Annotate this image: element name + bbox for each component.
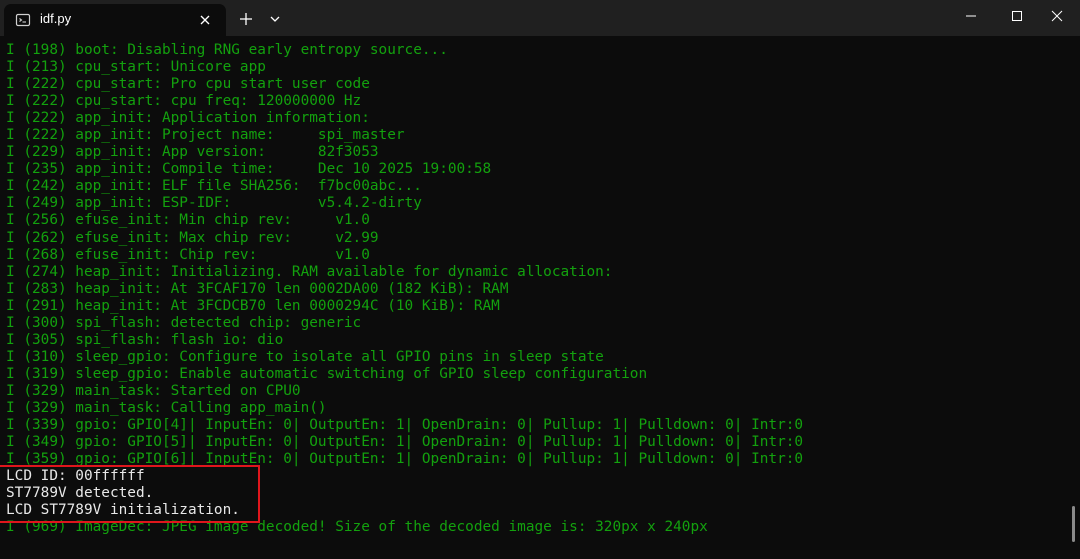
new-tab-button[interactable] <box>232 6 260 32</box>
log-line: I (222) app_init: Application informatio… <box>6 110 370 127</box>
log-line: I (222) cpu_start: Pro cpu start user co… <box>6 76 370 93</box>
log-line: I (262) efuse_init: Max chip rev: v2.99 <box>6 229 379 246</box>
minimize-button[interactable] <box>948 0 994 32</box>
tab-idf-py[interactable]: idf.py <box>4 4 226 36</box>
terminal-output[interactable]: I (198) boot: Disabling RNG early entrop… <box>0 36 1080 559</box>
log-line: I (305) spi_flash: flash io: dio <box>6 331 284 348</box>
maximize-icon <box>1012 11 1022 21</box>
close-icon[interactable] <box>197 12 213 28</box>
terminal-icon <box>15 13 31 27</box>
log-line: I (256) efuse_init: Min chip rev: v1.0 <box>6 212 370 229</box>
log-line: I (268) efuse_init: Chip rev: v1.0 <box>6 246 370 263</box>
log-line: I (339) gpio: GPIO[4]| InputEn: 0| Outpu… <box>6 417 804 434</box>
minimize-icon <box>966 15 976 17</box>
plus-icon <box>240 13 252 25</box>
log-lines: I (198) boot: Disabling RNG early entrop… <box>6 42 803 536</box>
log-line: I (310) sleep_gpio: Configure to isolate… <box>6 348 604 365</box>
scrollbar-thumb[interactable] <box>1072 506 1075 542</box>
log-line: I (291) heap_init: At 3FCDCB70 len 00002… <box>6 297 500 314</box>
close-window-button[interactable] <box>1034 0 1080 32</box>
log-line: I (329) main_task: Started on CPU0 <box>6 382 301 399</box>
log-line: I (300) spi_flash: detected chip: generi… <box>6 314 362 331</box>
log-line: I (349) gpio: GPIO[5]| InputEn: 0| Outpu… <box>6 434 804 451</box>
log-line: I (242) app_init: ELF file SHA256: f7bc0… <box>6 178 422 195</box>
title-bar: idf.py <box>0 0 1080 36</box>
log-line: I (283) heap_init: At 3FCAF170 len 0002D… <box>6 280 509 297</box>
log-line: I (222) app_init: Project name: spi_mast… <box>6 127 405 144</box>
lcd-highlight-box <box>0 465 260 523</box>
log-line: I (249) app_init: ESP-IDF: v5.4.2-dirty <box>6 195 422 212</box>
tab-title: idf.py <box>40 11 72 26</box>
log-line: I (235) app_init: Compile time: Dec 10 2… <box>6 161 492 178</box>
log-line: I (213) cpu_start: Unicore app <box>6 59 266 76</box>
log-line: I (229) app_init: App version: 82f3053 <box>6 144 379 161</box>
chevron-down-icon <box>270 16 280 22</box>
log-line: I (319) sleep_gpio: Enable automatic swi… <box>6 365 648 382</box>
log-line: I (329) main_task: Calling app_main() <box>6 399 327 416</box>
log-line: I (222) cpu_start: cpu freq: 120000000 H… <box>6 93 362 110</box>
log-line: I (198) boot: Disabling RNG early entrop… <box>6 42 448 58</box>
log-line: I (274) heap_init: Initializing. RAM ava… <box>6 263 613 280</box>
close-icon <box>1051 10 1063 22</box>
tab-dropdown-button[interactable] <box>262 6 288 32</box>
